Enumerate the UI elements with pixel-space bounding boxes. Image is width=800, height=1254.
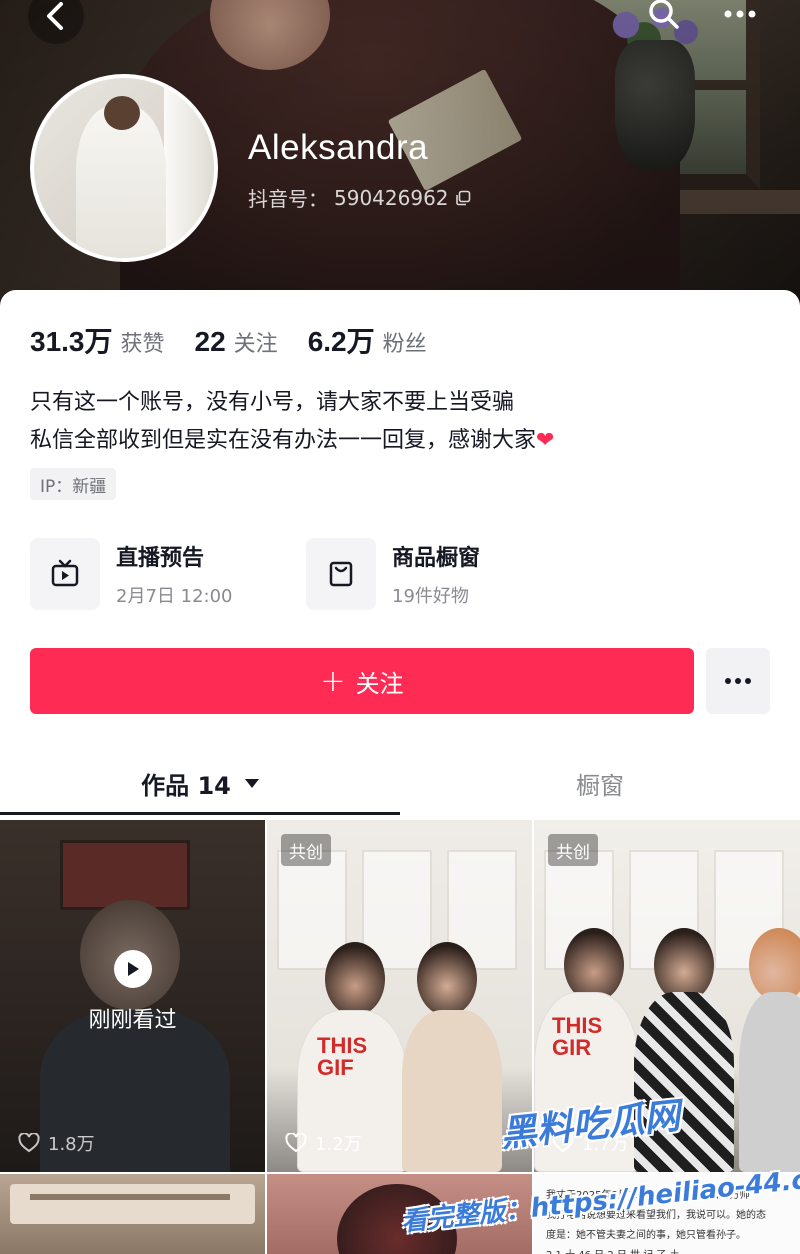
stat-followers-label: 粉丝 xyxy=(382,332,427,357)
stat-likes-label: 获赞 xyxy=(120,332,165,357)
co-creation-badge: 共创 xyxy=(281,834,331,866)
copy-icon[interactable] xyxy=(455,190,471,206)
tab-shop-window[interactable]: 橱窗 xyxy=(400,750,800,816)
live-preview-time: 2月7日 12:00 xyxy=(116,586,233,607)
play-icon xyxy=(113,950,152,988)
shop-window-entry[interactable]: 商品橱窗 19件好物 xyxy=(306,538,480,610)
tab-works-label: 作品 14 xyxy=(141,771,231,800)
stat-likes[interactable]: 31.3万 获赞 xyxy=(30,320,165,360)
bio: 只有这一个账号，没有小号，请大家不要上当受骗 私信全部收到但是实在没有办法一一回… xyxy=(30,384,554,460)
tv-icon xyxy=(51,559,79,587)
stats-row: 31.3万 获赞 22 关注 6.2万 粉丝 xyxy=(30,320,427,360)
like-count: 1.8万 xyxy=(18,1130,95,1156)
stat-following-label: 关注 xyxy=(233,332,278,357)
more-icon xyxy=(725,678,751,684)
bio-line-1: 只有这一个账号，没有小号，请大家不要上当受骗 xyxy=(30,390,515,415)
more-icon xyxy=(724,10,756,18)
recently-watched-overlay: 刚刚看过 xyxy=(0,950,265,1034)
uid-value: 590426962 xyxy=(334,185,449,210)
feature-icon-box xyxy=(30,538,100,610)
search-icon xyxy=(649,0,679,29)
profile-header: Aleksandra 抖音号： 590426962 xyxy=(0,0,800,310)
follow-button-label: 关注 xyxy=(355,669,404,698)
back-icon xyxy=(47,2,63,30)
heart-outline-icon xyxy=(285,1133,307,1153)
ip-location-tag: IP：新疆 xyxy=(30,468,117,500)
content-tabs: 作品 14 橱窗 xyxy=(0,750,800,816)
shop-window-title: 商品橱窗 xyxy=(392,546,481,571)
like-count: 1.2万 xyxy=(285,1130,362,1156)
shop-window-count: 19件好物 xyxy=(392,586,469,607)
active-tab-indicator xyxy=(0,812,400,815)
tab-works[interactable]: 作品 14 xyxy=(0,750,400,816)
heart-outline-icon xyxy=(18,1133,40,1153)
caret-down-icon xyxy=(244,778,259,788)
like-count-value: 1.2万 xyxy=(315,1134,362,1155)
recently-watched-label: 刚刚看过 xyxy=(88,1008,177,1033)
avatar[interactable] xyxy=(30,74,218,262)
bio-line-2: 私信全部收到但是实在没有办法一一回复，感谢大家 xyxy=(30,428,537,453)
plus-icon: + xyxy=(320,663,346,699)
video-tile[interactable]: 刚刚看过 1.8万 xyxy=(0,820,265,1172)
stat-likes-value: 31.3万 xyxy=(30,326,113,357)
heart-icon: ❤ xyxy=(536,428,555,453)
uid-row[interactable]: 抖音号： 590426962 xyxy=(248,183,471,212)
bag-icon xyxy=(329,561,353,587)
live-preview-title: 直播预告 xyxy=(116,546,205,571)
feature-icon-box xyxy=(306,538,376,610)
like-count-value: 1.8万 xyxy=(48,1134,95,1155)
video-tile[interactable]: THIS GIF 共创 1.2万 xyxy=(267,820,532,1172)
stat-following-value: 22 xyxy=(194,326,226,357)
tab-shop-label: 橱窗 xyxy=(576,771,624,800)
co-creation-badge: 共创 xyxy=(548,834,598,866)
stat-following[interactable]: 22 关注 xyxy=(195,326,278,358)
stat-followers[interactable]: 6.2万 粉丝 xyxy=(308,320,427,360)
uid-label: 抖音号： xyxy=(248,187,328,211)
stat-followers-value: 6.2万 xyxy=(307,326,375,357)
video-tile[interactable] xyxy=(0,1174,265,1254)
live-preview-entry[interactable]: 直播预告 2月7日 12:00 xyxy=(30,538,233,610)
more-actions-button[interactable] xyxy=(706,648,770,714)
follow-button[interactable]: + 关注 xyxy=(30,648,694,714)
profile-nickname: Aleksandra xyxy=(248,128,429,167)
